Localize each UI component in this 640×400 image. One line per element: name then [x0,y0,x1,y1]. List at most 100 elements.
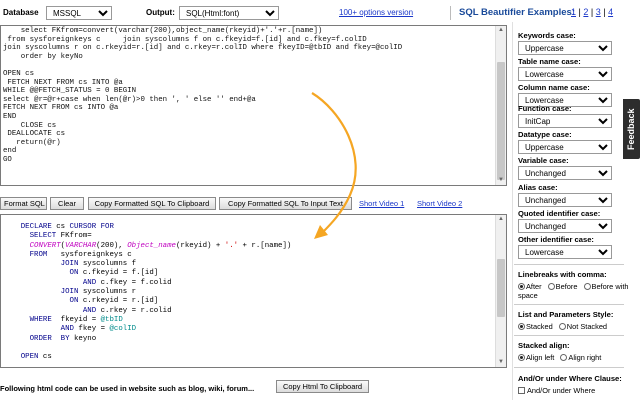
code-token: c.rkeyid = r.[id] [82,297,159,306]
function-case-select[interactable]: InitCap [518,114,612,128]
input-sql-editor[interactable]: select FKfrom=convert(varchar(200),objec… [0,25,507,186]
alias-case-select[interactable]: Unchanged [518,193,612,207]
keywords-case-select[interactable]: Uppercase [518,41,612,55]
input-code-line [3,61,504,70]
code-token: c.rkey = r.colid [100,306,172,315]
code-token: JOIN [3,260,83,269]
short-video-2-link[interactable]: Short Video 2 [417,199,462,208]
code-token: ORDER BY [3,334,74,343]
example-link-3[interactable]: 3 [596,7,601,17]
sidebar-separator [514,304,624,305]
code-token: ON [3,269,83,278]
input-code-line: FETCH NEXT FROM cs INTO @a [3,78,123,87]
output-code-line: AND c.rkey = r.colid [3,307,504,316]
sidebar-separator [514,335,624,336]
code-token: SELECT [3,232,61,241]
input-code-line: select FKfrom=convert(varchar(200),objec… [3,27,323,35]
table-name-case-select[interactable]: Lowercase [518,67,612,81]
copy-html-clipboard-button[interactable]: Copy Html To Clipboard [276,380,369,393]
scroll-up-icon[interactable]: ▲ [496,215,506,224]
variable-case-select[interactable]: Unchanged [518,166,612,180]
other-identifier-case-select[interactable]: Lowercase [518,245,612,259]
input-code-line: from sysforeignkeys c join syscolumns f … [3,35,367,44]
output-code-line: JOIN syscolumns f [3,260,504,269]
input-scrollbar[interactable]: ▲ ▼ [495,26,506,185]
database-label: Database [3,8,39,17]
scroll-down-icon[interactable]: ▼ [496,358,506,367]
output-scrollbar[interactable]: ▲ ▼ [495,215,506,367]
output-code-line: SELECT FKfrom= [3,232,504,241]
output-code-line: AND c.fkey = f.colid [3,279,504,288]
radio-selected-icon [518,283,525,290]
input-code-line: select @r=@r+case when len(@r)>0 then ',… [3,95,256,104]
code-token: WHERE [3,315,61,324]
output-code-line: AND fkey = @colID [3,325,504,334]
linebreaks-options: After Before Before with space [518,282,640,300]
options-version-link[interactable]: 100+ options version [339,8,413,17]
database-select[interactable]: MSSQL [46,6,112,20]
list-stacked-radio[interactable]: Stacked [518,322,553,331]
example-link-4[interactable]: 4 [608,7,613,17]
formatted-sql-output[interactable]: DECLARE cs CURSOR FOR SELECT FKfrom= CON… [0,214,507,368]
output-label: Output: [146,8,175,17]
feedback-tab[interactable]: Feedback [623,99,640,159]
list-not-stacked-radio[interactable]: Not Stacked [558,322,607,331]
output-code-line: WHERE fkeyid = @tbID [3,316,504,325]
code-token: @tbID [100,315,123,324]
code-token: c.fkey = f.colid [100,278,172,287]
code-token: sysforeignkeys c [60,250,132,259]
code-token: cs [56,223,70,231]
input-code-line: return(@r) [3,138,61,147]
radio-empty-icon [560,354,568,361]
copy-formatted-clipboard-button[interactable]: Copy Formatted SQL To Clipboard [88,197,216,210]
radio-empty-icon [583,283,591,290]
output-code-line: CONVERT(VARCHAR(200), Object_name(rkeyid… [3,242,504,251]
datatype-case-label: Datatype case: [518,130,572,139]
code-token: syscolumns r [82,288,137,297]
code-token: c.fkeyid = f.[id] [82,269,159,278]
code-token: (rkeyid) + [176,241,225,250]
scroll-thumb[interactable] [497,62,505,180]
input-sql-text[interactable]: select FKfrom=convert(varchar(200),objec… [1,26,506,165]
html-usage-note: Following html code can be used in websi… [0,384,255,393]
example-link-2[interactable]: 2 [583,7,588,17]
code-token: AND [3,306,101,315]
code-token: fkey = [78,325,110,334]
example-links: 1 | 2 | 3 | 4 [571,7,614,17]
column-name-case-label: Column name case: [518,83,590,92]
output-select[interactable]: SQL(Html:font) [179,6,279,20]
code-token: ON [3,297,83,306]
scroll-down-icon[interactable]: ▼ [496,176,506,185]
keywords-case-label: Keywords case: [518,31,576,40]
quoted-identifier-case-select[interactable]: Unchanged [518,219,612,233]
format-sql-button[interactable]: Format SQL [0,197,47,210]
example-link-1[interactable]: 1 [571,7,576,17]
output-code-line [3,344,504,353]
output-code-line: OPEN cs [3,353,504,362]
code-token: fkeyid = [60,315,101,324]
andor-where-label: And/Or under Where Clause: [518,374,622,383]
input-code-line: WHILE @@FETCH_STATUS = 0 BEGIN [3,87,137,96]
andor-where-option[interactable]: And/Or under Where [518,386,595,395]
list-parameters-style-label: List and Parameters Style: [518,310,614,319]
linebreaks-after-radio[interactable]: After [518,282,542,291]
input-code-line: OPEN cs [3,69,35,78]
align-right-radio[interactable]: Align right [560,353,601,362]
linebreaks-before-radio[interactable]: Before [547,282,577,291]
sidebar-divider [512,22,513,400]
alias-case-label: Alias case: [518,183,558,192]
code-token: FKfrom [60,232,88,241]
align-left-radio[interactable]: Align left [518,353,554,362]
input-code-line: CLOSE cs [3,121,57,130]
scroll-thumb[interactable] [497,259,505,317]
code-token: (200), [96,241,128,250]
checkbox-icon[interactable] [518,387,525,394]
datatype-case-select[interactable]: Uppercase [518,140,612,154]
scroll-up-icon[interactable]: ▲ [496,26,506,35]
output-code-line: ON c.rkeyid = r.[id] [3,297,504,306]
clear-button[interactable]: Clear [50,197,84,210]
input-code-line: DEALLOCATE cs [3,130,66,139]
code-token: syscolumns f [82,260,137,269]
sidebar-separator [514,367,624,368]
quoted-identifier-case-label: Quoted identifier case: [518,209,601,218]
